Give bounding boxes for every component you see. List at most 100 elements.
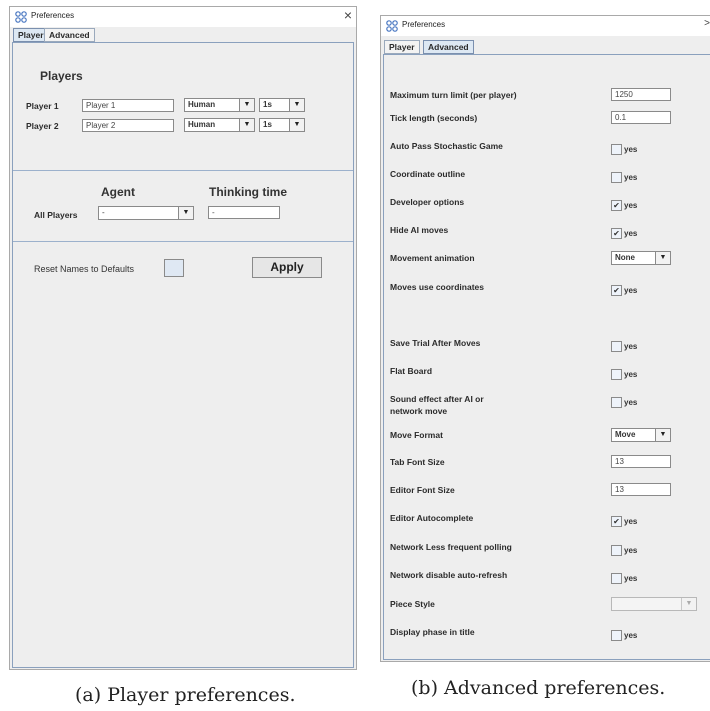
- player-1-type-select[interactable]: Human ▼: [184, 98, 255, 112]
- title-bar[interactable]: Preferences >: [381, 16, 710, 36]
- checkbox-box[interactable]: [611, 397, 622, 409]
- editor-autocomplete-checkbox[interactable]: ✔ yes: [611, 513, 638, 528]
- checkbox-yes-label: yes: [624, 342, 638, 352]
- network-less-frequent-polling-checkbox[interactable]: yes: [611, 542, 638, 557]
- tab-player[interactable]: Player: [384, 40, 420, 54]
- caption-a: (a) Player preferences.: [75, 684, 296, 706]
- checkbox-box[interactable]: [611, 341, 622, 353]
- agent-select[interactable]: - ▼: [98, 206, 194, 220]
- network-disable-auto-refresh-checkbox[interactable]: yes: [611, 570, 637, 585]
- label-text-line-2: network move: [390, 406, 448, 416]
- movement-animation-select[interactable]: None ▼: [611, 251, 671, 265]
- display-phase-in-title-checkbox[interactable]: yes: [611, 627, 638, 642]
- thinking-time-heading: Thinking time: [209, 185, 287, 199]
- label-text: Network disable auto-refresh: [390, 570, 508, 580]
- agent-value: -: [102, 208, 105, 217]
- checkbox-box[interactable]: [611, 545, 622, 557]
- app-icon: [15, 11, 27, 23]
- player-preferences-window: Preferences × Player Advanced Players Pl…: [9, 6, 357, 670]
- tab-advanced[interactable]: Advanced: [44, 28, 95, 42]
- advanced-preferences-window: Preferences > Player Advanced Maximum tu…: [380, 15, 710, 662]
- label-text: Maximum turn limit (per player): [390, 90, 517, 100]
- auto-pass-stochastic-game-checkbox[interactable]: yes: [611, 141, 638, 156]
- network-less-frequent-polling-label: Network Less frequent polling: [390, 541, 512, 553]
- flat-board-label: Flat Board: [390, 365, 432, 377]
- checkbox-box[interactable]: [611, 172, 622, 184]
- close-icon[interactable]: >: [704, 17, 710, 31]
- hide-ai-moves-label: Hide AI moves: [390, 224, 448, 236]
- caption-b: (b) Advanced preferences.: [411, 677, 666, 699]
- display-phase-in-title-label: Display phase in title: [390, 626, 475, 638]
- player-2-type-select[interactable]: Human ▼: [184, 118, 255, 132]
- tab-advanced[interactable]: Advanced: [423, 40, 474, 54]
- checkbox-yes-label: yes: [624, 517, 638, 527]
- checkbox-yes-label: yes: [624, 145, 638, 155]
- player-1-time-value: 1s: [263, 100, 272, 109]
- tick-length-seconds-label: Tick length (seconds): [390, 112, 477, 124]
- flat-board-checkbox[interactable]: yes: [611, 366, 637, 381]
- player-1-name-field[interactable]: Player 1: [82, 99, 174, 112]
- player-tab-panel: Players Player 1 Player 1 Human ▼ 1s ▼ P…: [12, 42, 354, 668]
- label-text: Coordinate outline: [390, 169, 466, 179]
- app-icon: [386, 20, 398, 32]
- checkmark-icon[interactable]: ✔: [611, 285, 622, 297]
- label-text: Editor Autocomplete: [390, 513, 474, 523]
- sound-effect-after-ai-or-label: Sound effect after AI or network move: [390, 393, 484, 417]
- label-text: Flat Board: [390, 366, 433, 376]
- chevron-down-icon: ▼: [239, 119, 254, 131]
- editor-font-size-label: Editor Font Size: [390, 484, 455, 496]
- checkbox-yes-label: yes: [624, 631, 638, 641]
- moves-use-coordinates-checkbox[interactable]: ✔ yes: [611, 282, 638, 297]
- label-text: Movement animation: [390, 253, 475, 263]
- move-format-select[interactable]: Move ▼: [611, 428, 671, 442]
- maximum-turn-limit-per-player-field[interactable]: 1250: [611, 88, 671, 101]
- developer-options-checkbox[interactable]: ✔ yes: [611, 197, 638, 212]
- piece-style-select: ▼: [611, 597, 697, 611]
- checkbox-yes-label: yes: [624, 546, 638, 556]
- hide-ai-moves-checkbox[interactable]: ✔ yes: [611, 225, 638, 240]
- checkbox-yes-label: yes: [624, 286, 638, 296]
- developer-options-label: Developer options: [390, 196, 464, 208]
- tab-font-size-field[interactable]: 13: [611, 455, 671, 468]
- movement-animation-label: Movement animation: [390, 252, 475, 264]
- section-divider: [13, 241, 353, 242]
- reset-names-label: Reset Names to Defaults: [34, 264, 135, 274]
- checkbox-box[interactable]: [611, 369, 622, 381]
- move-format-label: Move Format: [390, 429, 443, 441]
- checkbox-box[interactable]: [611, 630, 622, 642]
- title-bar[interactable]: Preferences ×: [10, 7, 356, 27]
- tick-length-seconds-field[interactable]: 0.1: [611, 111, 671, 124]
- player-2-name-field[interactable]: Player 2: [82, 119, 174, 132]
- checkbox-box[interactable]: [611, 573, 622, 585]
- section-divider: [13, 170, 353, 171]
- label-text: Network Less frequent polling: [390, 542, 512, 552]
- reset-names-button[interactable]: [164, 259, 184, 277]
- sound-effect-after-ai-or-checkbox[interactable]: yes: [611, 394, 637, 409]
- label-text: Move Format: [390, 430, 443, 440]
- close-icon[interactable]: ×: [344, 8, 352, 22]
- apply-button[interactable]: Apply: [252, 257, 322, 278]
- tab-font-size-label: Tab Font Size: [390, 456, 445, 468]
- moves-use-coordinates-label: Moves use coordinates: [390, 281, 484, 293]
- label-text: Editor Font Size: [390, 485, 455, 495]
- coordinate-outline-checkbox[interactable]: yes: [611, 169, 637, 184]
- label-text: Piece Style: [390, 599, 435, 609]
- player-1-time-select[interactable]: 1s ▼: [259, 98, 305, 112]
- label-text: Developer options: [390, 197, 465, 207]
- chevron-down-icon: ▼: [655, 252, 670, 264]
- players-heading: Players: [40, 69, 83, 83]
- player-2-time-select[interactable]: 1s ▼: [259, 118, 305, 132]
- editor-font-size-field[interactable]: 13: [611, 483, 671, 496]
- checkbox-yes-label: yes: [624, 201, 638, 211]
- chevron-down-icon: ▼: [239, 99, 254, 111]
- thinking-time-field[interactable]: -: [208, 206, 280, 219]
- checkmark-icon[interactable]: ✔: [611, 516, 622, 528]
- label-text: Sound effect after AI or: [390, 394, 484, 404]
- network-disable-auto-refresh-label: Network disable auto-refresh: [390, 569, 507, 581]
- checkmark-icon[interactable]: ✔: [611, 228, 622, 240]
- checkbox-yes-label: yes: [624, 229, 638, 239]
- checkmark-icon[interactable]: ✔: [611, 200, 622, 212]
- checkbox-box[interactable]: [611, 144, 622, 156]
- save-trial-after-moves-checkbox[interactable]: yes: [611, 338, 638, 353]
- maximum-turn-limit-per-player-label: Maximum turn limit (per player): [390, 89, 517, 101]
